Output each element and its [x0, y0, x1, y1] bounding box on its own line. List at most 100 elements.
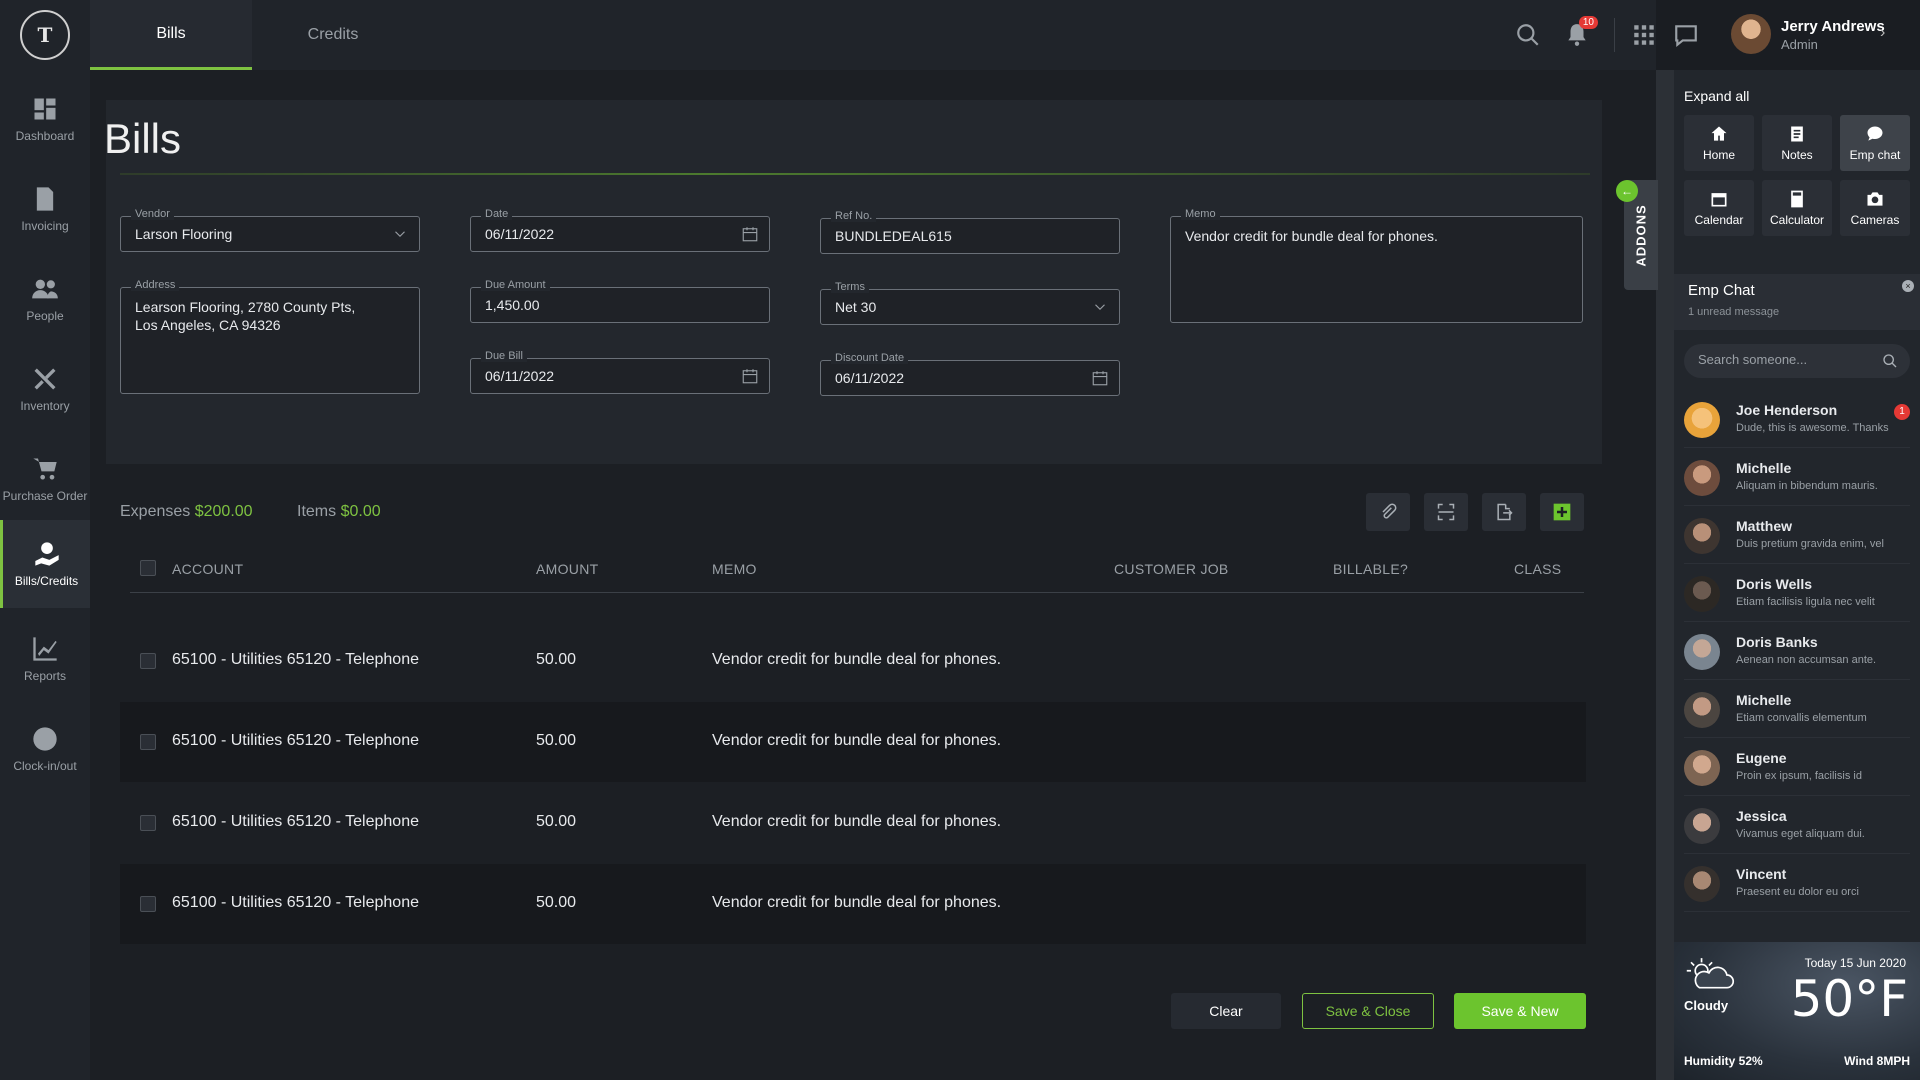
- message-icon[interactable]: [1673, 22, 1699, 48]
- row-checkbox[interactable]: [140, 653, 156, 669]
- contact-message: Dude, this is awesome. Thanks: [1736, 422, 1889, 434]
- avatar[interactable]: [1731, 14, 1771, 54]
- select-all-checkbox[interactable]: [140, 560, 156, 576]
- user-name[interactable]: Jerry Andrews: [1781, 18, 1885, 35]
- table-row[interactable]: 65100 - Utilities 65120 - Telephone 50.0…: [120, 702, 1586, 782]
- col-amount[interactable]: AMOUNT: [536, 561, 598, 577]
- cloud-sun-icon: [1686, 958, 1735, 989]
- table-row[interactable]: 65100 - Utilities 65120 - Telephone 50.0…: [120, 621, 1586, 701]
- contact-item[interactable]: Jessica Vivamus eget aliquam dui.: [1684, 798, 1910, 854]
- people-icon: [32, 279, 58, 299]
- row-checkbox[interactable]: [140, 896, 156, 912]
- chat-search[interactable]: [1684, 344, 1910, 378]
- add-row-button[interactable]: [1540, 493, 1584, 531]
- contact-item[interactable]: Matthew Duis pretium gravida enim, vel: [1684, 508, 1910, 564]
- contact-item[interactable]: Doris Wells Etiam facilisis ligula nec v…: [1684, 566, 1910, 622]
- ref-no-value: BUNDLEDEAL615: [835, 228, 952, 244]
- grid-icon[interactable]: [1631, 22, 1657, 48]
- contact-item[interactable]: Joe Henderson Dude, this is awesome. Tha…: [1684, 392, 1910, 448]
- ref-no-field[interactable]: Ref No. BUNDLEDEAL615: [820, 210, 1120, 254]
- chevron-right-icon[interactable]: ›: [1880, 24, 1885, 42]
- table-header-divider: [130, 592, 1584, 593]
- sidebar-item-dashboard[interactable]: Dashboard: [0, 75, 90, 163]
- sidebar-item-invoicing[interactable]: Invoicing: [0, 165, 90, 253]
- items-summary[interactable]: Items $0.00: [297, 503, 381, 521]
- vendor-select[interactable]: Vendor Larson Flooring: [120, 208, 420, 252]
- clear-button[interactable]: Clear: [1171, 993, 1281, 1029]
- contact-item[interactable]: Vincent Praesent eu dolor eu orci: [1684, 856, 1910, 912]
- cell-amount: 50.00: [536, 651, 577, 668]
- close-icon[interactable]: ×: [1902, 280, 1914, 292]
- col-billable[interactable]: BILLABLE?: [1333, 561, 1408, 577]
- cell-account: 65100 - Utilities 65120 - Telephone: [172, 651, 419, 668]
- addon-notes[interactable]: Notes: [1762, 115, 1832, 171]
- paperclip-icon: [1382, 503, 1397, 519]
- address-field[interactable]: Address Learson Flooring, 2780 County Pt…: [120, 279, 420, 394]
- contact-name: Jessica: [1736, 808, 1787, 824]
- sidebar-item-people[interactable]: People: [0, 255, 90, 343]
- terms-select[interactable]: Terms Net 30: [820, 281, 1120, 325]
- col-account[interactable]: ACCOUNT: [172, 561, 243, 577]
- col-customer-job[interactable]: CUSTOMER JOB: [1114, 561, 1229, 577]
- contact-message: Etiam facilisis ligula nec velit: [1736, 596, 1875, 608]
- weather-temperature: 50°F: [1790, 970, 1908, 1028]
- contact-name: Matthew: [1736, 518, 1792, 534]
- save-new-button[interactable]: Save & New: [1454, 993, 1586, 1029]
- due-bill-value: 06/11/2022: [485, 368, 555, 384]
- table-row[interactable]: 65100 - Utilities 65120 - Telephone 50.0…: [120, 783, 1586, 863]
- contact-name: Michelle: [1736, 460, 1792, 476]
- expenses-summary[interactable]: Expenses $200.00: [120, 503, 253, 521]
- due-amount-field[interactable]: Due Amount 1,450.00: [470, 279, 770, 323]
- file-export-icon: [1497, 503, 1513, 521]
- vendor-value: Larson Flooring: [135, 226, 233, 242]
- scan-button[interactable]: [1424, 493, 1468, 531]
- home-icon: [1711, 126, 1727, 141]
- contact-item[interactable]: Doris Banks Aenean non accumsan ante.: [1684, 624, 1910, 680]
- calendar-icon[interactable]: [741, 367, 759, 385]
- due-bill-field[interactable]: Due Bill 06/11/2022: [470, 350, 770, 394]
- addon-calculator[interactable]: Calculator: [1762, 180, 1832, 236]
- tools-icon: [34, 368, 56, 390]
- contact-item[interactable]: Eugene Proin ex ipsum, facilisis id: [1684, 740, 1910, 796]
- contact-item[interactable]: Michelle Aliquam in bibendum mauris.: [1684, 450, 1910, 506]
- sidebar-item-clock[interactable]: Clock-in/out: [0, 705, 90, 793]
- col-class[interactable]: CLASS: [1514, 561, 1561, 577]
- contact-message: Proin ex ipsum, facilisis id: [1736, 770, 1862, 782]
- addons-scrollbar[interactable]: [1656, 70, 1674, 1080]
- save-close-button[interactable]: Save & Close: [1302, 993, 1434, 1029]
- sidebar-item-bills-credits[interactable]: Bills/Credits: [0, 520, 90, 608]
- contact-name: Eugene: [1736, 750, 1787, 766]
- items-amount: $0.00: [340, 503, 381, 520]
- sidebar-item-purchase-order[interactable]: Purchase Order: [0, 435, 90, 523]
- bell-icon[interactable]: 10: [1564, 16, 1598, 48]
- sidebar-item-inventory[interactable]: Inventory: [0, 345, 90, 433]
- tab-credits[interactable]: Credits: [252, 0, 414, 70]
- discount-date-field[interactable]: Discount Date 06/11/2022: [820, 352, 1120, 396]
- calendar-icon[interactable]: [741, 225, 759, 243]
- addon-emp-chat[interactable]: Emp chat: [1840, 115, 1910, 171]
- export-button[interactable]: [1482, 493, 1526, 531]
- search-icon[interactable]: [1515, 22, 1541, 48]
- chat-search-input[interactable]: [1698, 352, 1868, 367]
- calendar-icon[interactable]: [1091, 369, 1109, 387]
- cell-memo: Vendor credit for bundle deal for phones…: [712, 732, 1002, 749]
- addon-home[interactable]: Home: [1684, 115, 1754, 171]
- row-checkbox[interactable]: [140, 815, 156, 831]
- app-logo[interactable]: T: [20, 10, 70, 60]
- sidebar-item-reports[interactable]: Reports: [0, 615, 90, 703]
- row-checkbox[interactable]: [140, 734, 156, 750]
- addon-cameras[interactable]: Cameras: [1840, 180, 1910, 236]
- memo-field[interactable]: Memo Vendor credit for bundle deal for p…: [1170, 208, 1583, 323]
- arrow-left-icon[interactable]: ←: [1616, 180, 1638, 202]
- tab-bills[interactable]: Bills: [90, 0, 252, 70]
- contact-item[interactable]: Michelle Etiam convallis elementum: [1684, 682, 1910, 738]
- addon-calendar[interactable]: Calendar: [1684, 180, 1754, 236]
- attach-button[interactable]: [1366, 493, 1410, 531]
- avatar: [1684, 460, 1720, 496]
- table-row[interactable]: 65100 - Utilities 65120 - Telephone 50.0…: [120, 864, 1586, 944]
- addons-label: ADDONS: [1633, 203, 1649, 267]
- col-memo[interactable]: MEMO: [712, 561, 757, 577]
- date-field[interactable]: Date 06/11/2022: [470, 208, 770, 252]
- address-value: Learson Flooring, 2780 County Pts, Los A…: [135, 299, 356, 333]
- expand-all-link[interactable]: Expand all: [1684, 88, 1749, 104]
